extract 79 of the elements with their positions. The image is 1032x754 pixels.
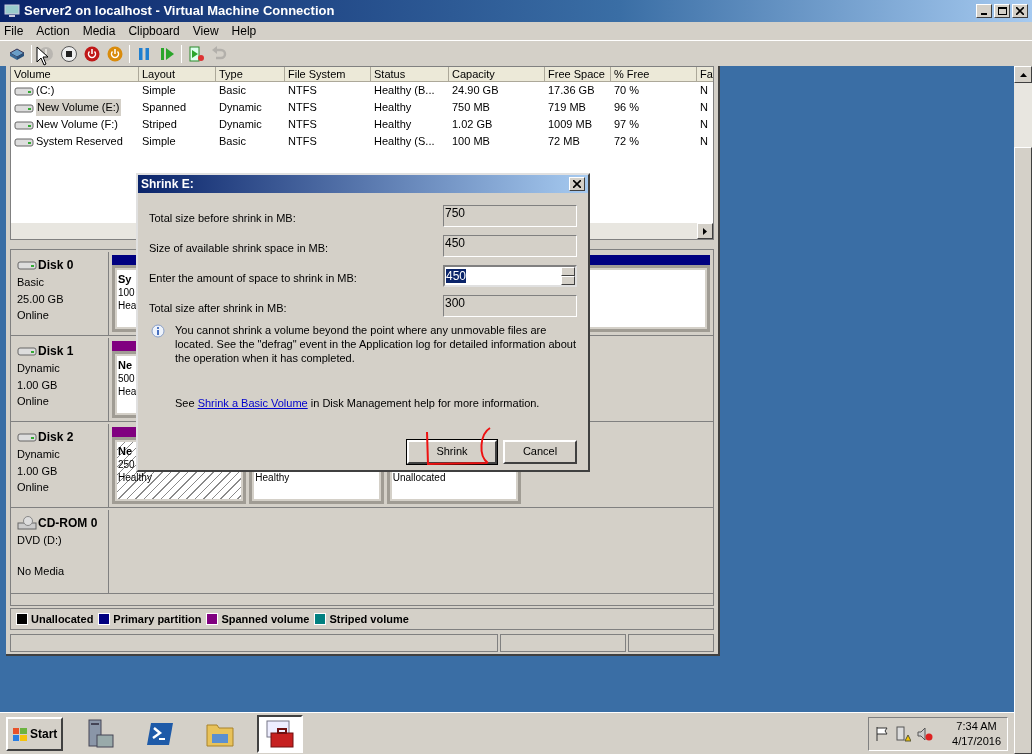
partition-label: Unallocated (392, 471, 446, 484)
field-label: Total size before shrink in MB: (149, 211, 296, 226)
table-cell-text: Healthy (374, 100, 412, 116)
table-cell-text: 96 % (614, 100, 640, 116)
window-title: Server2 on localhost - Virtual Machine Connection (24, 2, 335, 21)
partition-label: 100 (118, 286, 135, 299)
table-cell-text: 1009 MB (548, 117, 593, 133)
legend-label: Primary partition (113, 611, 202, 627)
table-cell-text: Spanned (142, 100, 187, 116)
table-cell-text: 70 % (614, 83, 640, 99)
disk-info: Dynamic (17, 447, 61, 462)
table-cell-text: System Reserved (36, 134, 123, 150)
table-cell-text: Healthy (B... (374, 83, 435, 99)
table-cell-text: 24.90 GB (452, 83, 499, 99)
table-cell-text: 100 MB (452, 134, 490, 150)
disk-info: Basic (17, 275, 45, 290)
clock-date: 4/17/2016 (952, 733, 1001, 749)
clock-time: 7:34 AM (956, 718, 997, 734)
disk-info: 1.00 GB (17, 377, 59, 393)
legend-label: Unallocated (31, 611, 94, 627)
disk-info: Online (17, 308, 50, 323)
readonly-field: 750 (443, 205, 577, 227)
disk-info: 25.00 GB (17, 291, 65, 307)
table-cell-text: New Volume (F:) (36, 117, 118, 133)
partition-label: Healthy (255, 471, 290, 484)
table-cell-text: N (700, 100, 708, 116)
table-cell-text: Dynamic (219, 117, 262, 133)
table-cell-text: 1.02 GB (452, 117, 493, 133)
partition-label: Hea (118, 385, 137, 398)
table-cell-text: (C:) (36, 83, 55, 99)
table-cell-text: 97 % (614, 117, 640, 133)
table-cell-text: Healthy (374, 117, 412, 133)
disk-info: Online (17, 394, 50, 409)
field-label: Size of available shrink space in MB: (149, 241, 329, 256)
disk-info: DVD (D:) (17, 533, 63, 548)
info-text: You cannot shrink a volume beyond the point where any unmovable files are located. See the "defrag" event in the Application log for detailed information about the operation when it has completed. (175, 323, 577, 365)
field-label: Enter the amount of space to shrink in MB: (149, 271, 357, 286)
table-cell: New Volume (E:) (36, 99, 121, 116)
table-cell-text: 72 % (614, 134, 640, 150)
table-cell-text: Basic (219, 134, 246, 150)
table-cell-text: Dynamic (219, 100, 262, 116)
partition-label: Ne (118, 359, 133, 372)
disk-name: Disk 0 (38, 257, 74, 274)
disk-info: Online (17, 480, 50, 495)
table-cell-text: 750 MB (452, 100, 490, 116)
table-cell-text: N (700, 134, 708, 150)
disk-info: Dynamic (17, 361, 61, 376)
disk-name: Disk 1 (38, 343, 74, 360)
partition-label: Sy (118, 273, 132, 286)
partition-label: Ne (118, 445, 133, 458)
legend-label: Striped volume (329, 611, 409, 627)
partition-label: 250 (118, 458, 135, 471)
table-cell-text: Striped (142, 117, 177, 133)
disk-info: 1.00 GB (17, 463, 59, 479)
table-cell-text: 719 MB (548, 100, 586, 116)
table-cell-text: Basic (219, 83, 246, 99)
partition-label: Healthy (118, 471, 152, 484)
legend-label: Spanned volume (221, 611, 310, 627)
table-cell-text: 72 MB (548, 134, 580, 150)
disk-name: CD-ROM 0 (38, 515, 98, 532)
field-label: Total size after shrink in MB: (149, 301, 287, 316)
table-cell-text: NTFS (288, 117, 317, 133)
readonly-field: 450 (443, 235, 577, 257)
table-cell-text: Healthy (S... (374, 134, 435, 150)
partition-label: Hea (118, 299, 137, 312)
dialog-title: Shrink E: (141, 176, 194, 193)
table-cell-text: N (700, 117, 708, 133)
disk-info: No Media (17, 563, 66, 579)
table-cell-text: NTFS (288, 83, 317, 99)
table-cell-text: Simple (142, 134, 176, 150)
disk-name: Disk 2 (38, 429, 74, 446)
table-cell-text: Simple (142, 83, 176, 99)
table-cell-text: N (700, 83, 708, 99)
table-cell-text: NTFS (288, 134, 317, 150)
partition-label: 500 (118, 372, 135, 385)
help-text: See Shrink a Basic Volume in Disk Management help for more information. (174, 396, 541, 411)
table-cell-text: 17.36 GB (548, 83, 595, 99)
table-cell-text: NTFS (288, 100, 317, 116)
readonly-field: 300 (443, 295, 577, 317)
